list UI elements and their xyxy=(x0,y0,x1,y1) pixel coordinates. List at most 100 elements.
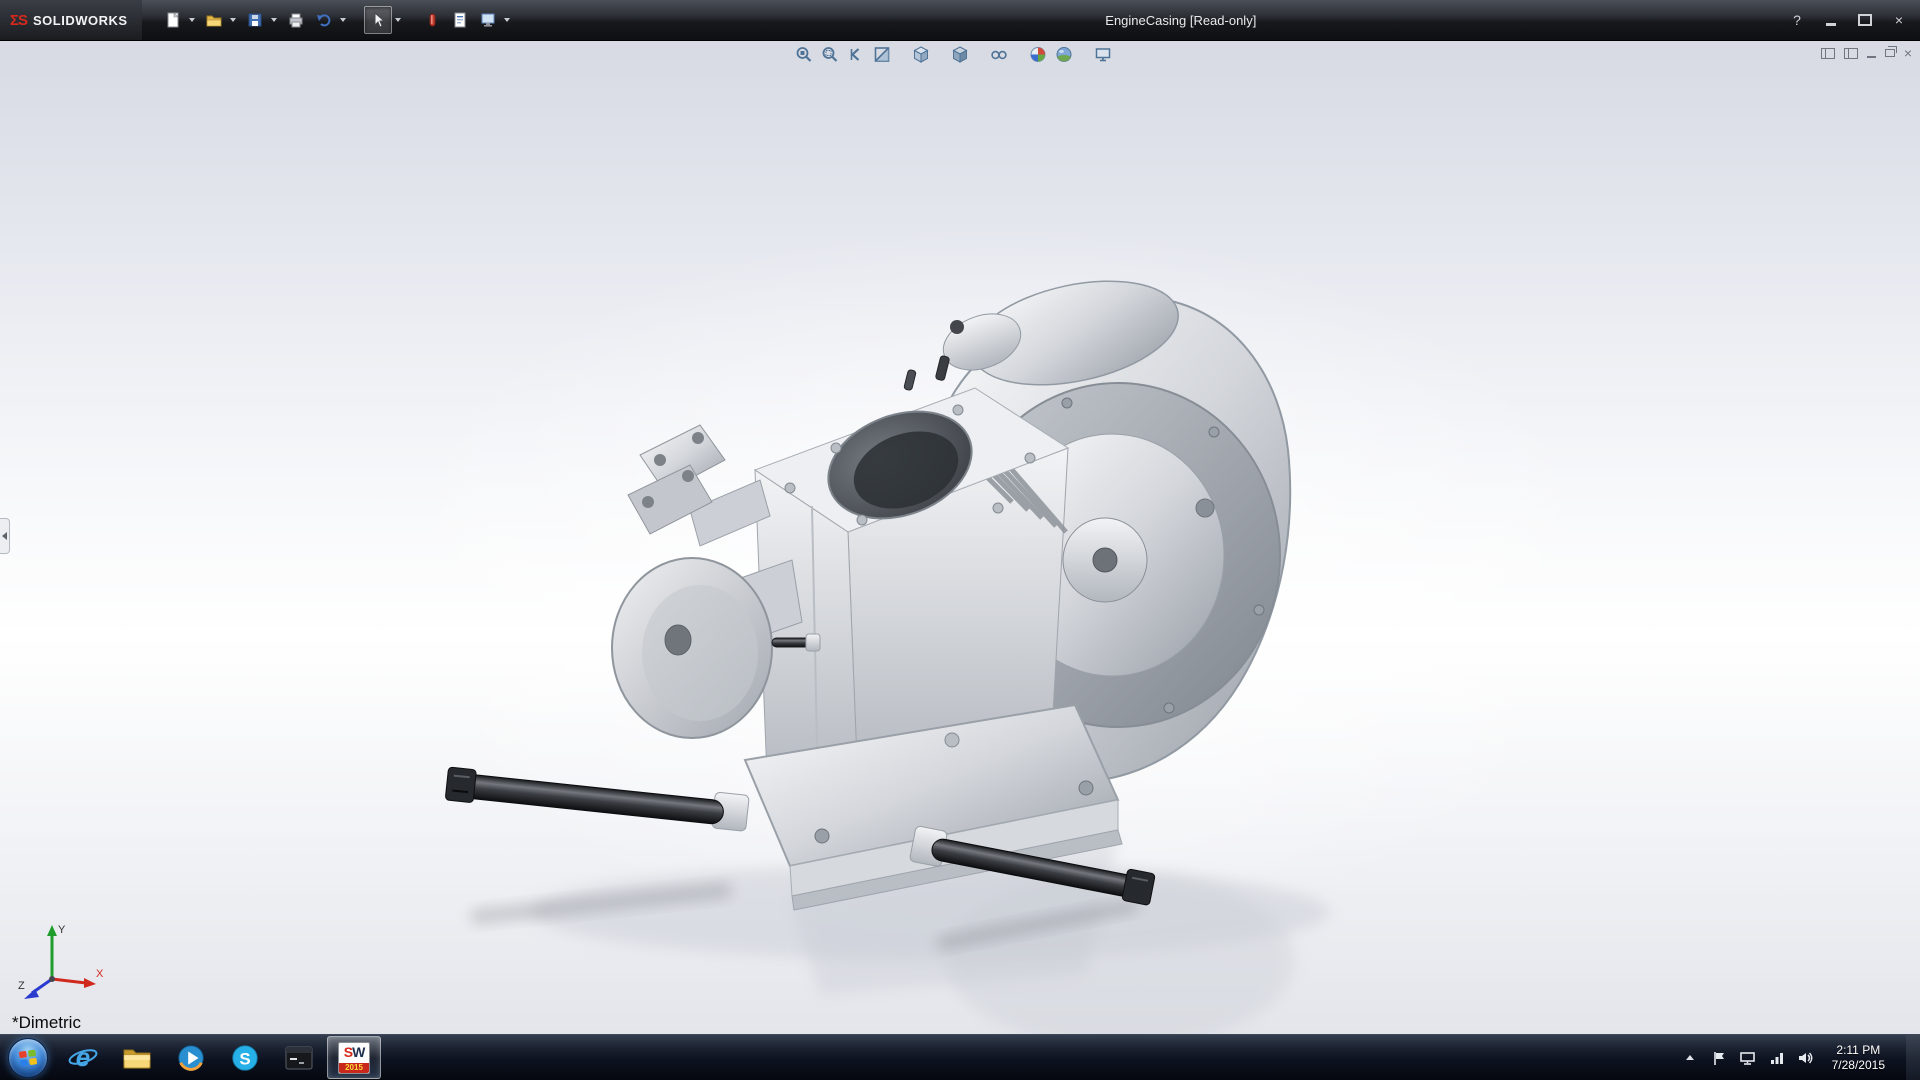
skype-icon: S xyxy=(232,1044,258,1071)
view-orientation-button[interactable] xyxy=(910,43,933,66)
window-title: EngineCasing [Read-only] xyxy=(1105,12,1257,28)
display-style-button[interactable] xyxy=(949,43,972,66)
clock-date: 7/28/2015 xyxy=(1831,1057,1885,1072)
network-tray-button[interactable] xyxy=(1768,1046,1786,1070)
quick-access-toolbar xyxy=(160,6,514,34)
x-axis-arrow xyxy=(84,978,96,988)
open-button[interactable] xyxy=(201,7,227,33)
hide-show-items-icon xyxy=(991,50,1007,60)
action-center-button[interactable] xyxy=(1710,1046,1728,1070)
save-dropdown-caret[interactable] xyxy=(270,18,277,22)
undo-button[interactable] xyxy=(311,7,337,33)
apply-scene-icon xyxy=(1056,47,1072,62)
y-axis-arrow xyxy=(47,925,57,936)
panel-expand-tab[interactable] xyxy=(0,518,10,554)
taskbar-clock[interactable]: 2:11 PM 7/28/2015 xyxy=(1826,1043,1891,1073)
zoom-to-area-button[interactable] xyxy=(819,43,842,66)
document-restore-icon[interactable] xyxy=(1884,46,1897,57)
clock-time: 2:11 PM xyxy=(1836,1042,1881,1057)
windows-start-icon xyxy=(8,1037,48,1078)
command-prompt-icon xyxy=(285,1046,313,1069)
print-icon xyxy=(289,13,303,28)
new-document-button[interactable] xyxy=(160,7,186,33)
media-player-icon xyxy=(178,1044,204,1071)
solidworks-logo: ΣS SOLIDWORKS xyxy=(0,0,142,40)
view-settings-icon xyxy=(1095,48,1111,62)
volume-icon xyxy=(1799,1052,1813,1063)
select-tool-button[interactable] xyxy=(363,6,392,34)
view-settings-button[interactable] xyxy=(1092,43,1115,66)
internet-explorer-icon: e xyxy=(68,1042,98,1072)
engine-casing-model[interactable] xyxy=(0,40,1920,1035)
rebuild-button[interactable] xyxy=(419,7,445,33)
options-button[interactable] xyxy=(475,7,501,33)
show-desktop-button[interactable] xyxy=(1906,1035,1920,1080)
options-icon xyxy=(481,13,495,27)
window-controls: ? × xyxy=(1782,0,1914,40)
new-document-icon xyxy=(167,12,179,28)
print-button[interactable] xyxy=(283,7,309,33)
taskbar-windows-explorer[interactable] xyxy=(111,1037,163,1078)
title-bar: ΣS SOLIDWORKS EngineCasing [Read-only] ?… xyxy=(0,0,1920,41)
zoom-to-fit-button[interactable] xyxy=(793,43,816,66)
x-axis-label: X xyxy=(96,968,104,980)
open-dropdown-caret[interactable] xyxy=(229,18,236,22)
action-center-flag-icon xyxy=(1713,1051,1724,1065)
edit-appearance-icon xyxy=(1030,47,1046,62)
apply-scene-button[interactable] xyxy=(1053,43,1076,66)
undo-dropdown-caret[interactable] xyxy=(339,18,346,22)
ie-letter: e xyxy=(76,1042,90,1072)
display-tray-button[interactable] xyxy=(1739,1046,1757,1070)
zoom-to-fit-icon xyxy=(796,47,812,62)
taskbar-solidworks[interactable]: SW 2015 xyxy=(327,1036,381,1079)
system-tray: 2:11 PM 7/28/2015 xyxy=(1681,1035,1920,1080)
new-dropdown-caret[interactable] xyxy=(188,18,195,22)
taskbar-internet-explorer[interactable]: e xyxy=(57,1037,109,1078)
maximize-button[interactable] xyxy=(1850,9,1880,31)
help-button[interactable]: ? xyxy=(1782,9,1812,31)
sw-letter-w: W xyxy=(352,1043,365,1060)
left-shaft[interactable] xyxy=(445,764,750,832)
rebuild-icon xyxy=(429,13,436,27)
pane-layout-icon-1[interactable] xyxy=(1820,47,1835,59)
volume-tray-button[interactable] xyxy=(1797,1046,1815,1070)
save-icon xyxy=(248,13,262,27)
pane-layout-icon-2[interactable] xyxy=(1843,47,1858,59)
select-dropdown-caret[interactable] xyxy=(394,18,401,22)
solidworks-logo-icon: ΣS xyxy=(10,11,28,29)
network-icon xyxy=(1770,1052,1783,1064)
document-minimize-icon[interactable] xyxy=(1866,55,1876,58)
view-orientation-icon xyxy=(913,46,929,63)
hide-show-items-button[interactable] xyxy=(988,43,1011,66)
solidworks-brand-text: SOLIDWORKS xyxy=(33,12,128,28)
hidden-icons-button[interactable] xyxy=(1681,1046,1699,1070)
sw-letter-s: S xyxy=(343,1043,353,1060)
section-view-button[interactable] xyxy=(871,43,894,66)
taskbar-skype[interactable]: S xyxy=(219,1037,271,1078)
undo-icon xyxy=(316,14,330,27)
minimize-button[interactable] xyxy=(1816,9,1846,31)
z-axis-label: Z xyxy=(18,980,25,992)
close-icon: × xyxy=(1894,12,1904,28)
close-button[interactable]: × xyxy=(1884,9,1914,31)
save-button[interactable] xyxy=(242,7,268,33)
taskbar-command-prompt[interactable] xyxy=(273,1037,325,1078)
zoom-to-area-icon xyxy=(822,47,838,62)
maximize-icon xyxy=(1858,14,1872,26)
options-dropdown-caret[interactable] xyxy=(503,18,510,22)
previous-view-icon xyxy=(850,48,860,61)
minimize-icon xyxy=(1826,22,1836,26)
document-window-controls: × xyxy=(1820,46,1912,60)
file-properties-button[interactable] xyxy=(447,7,473,33)
taskbar: e S SW 2015 2:11 PM 7/28/2015 xyxy=(0,1034,1920,1080)
viewport[interactable]: × Y X Z *Dimetric xyxy=(0,40,1920,1035)
taskbar-media-player[interactable] xyxy=(165,1037,217,1078)
file-properties-icon xyxy=(454,12,466,28)
previous-view-button[interactable] xyxy=(845,43,868,66)
document-close-icon[interactable]: × xyxy=(1904,46,1912,60)
view-orientation-label: *Dimetric xyxy=(12,1013,81,1032)
chevron-up-icon xyxy=(1685,1055,1694,1060)
sw-year-badge: 2015 xyxy=(339,1062,369,1073)
edit-appearance-button[interactable] xyxy=(1027,43,1050,66)
start-button[interactable] xyxy=(0,1035,56,1080)
